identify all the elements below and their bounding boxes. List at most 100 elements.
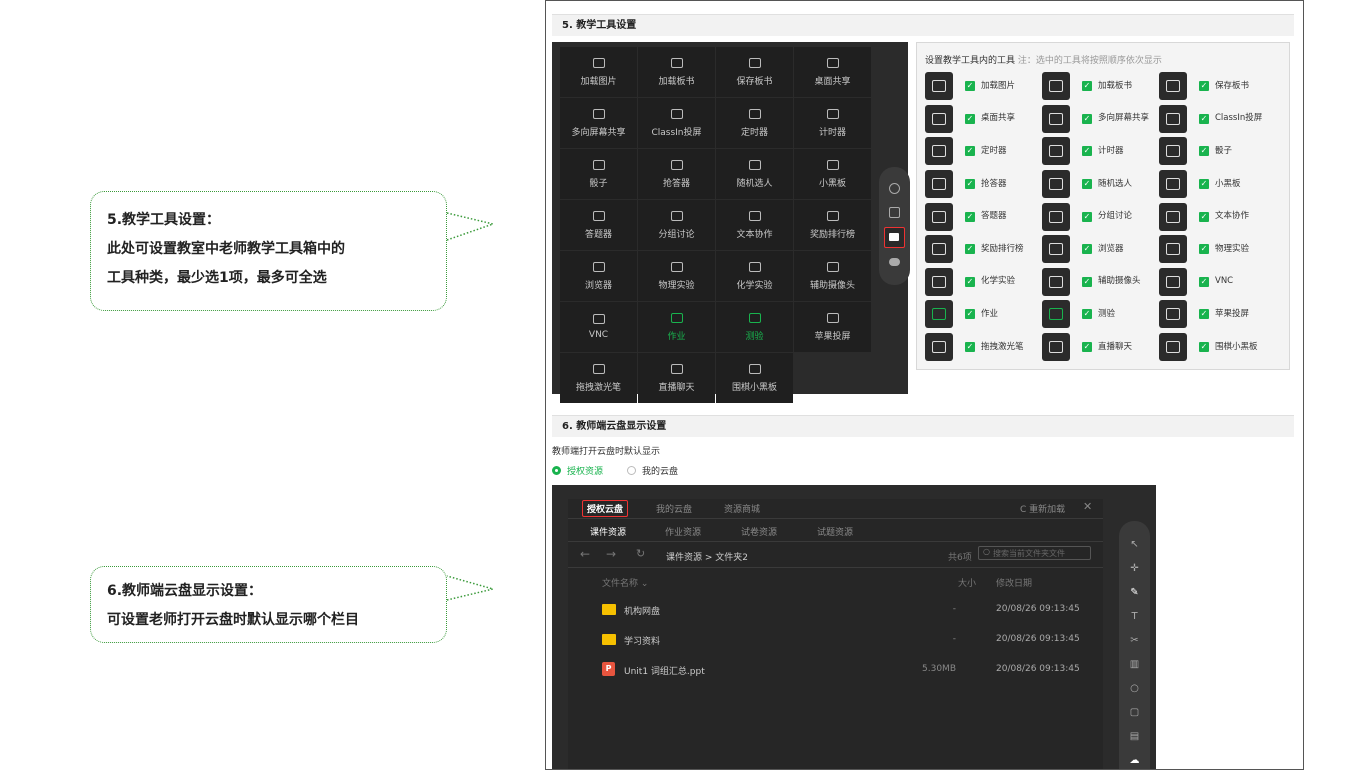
toolbox-tool[interactable]: 加载图片 [560,47,637,97]
tool-checkbox[interactable]: ✓ [1199,113,1209,124]
toolbox-tool[interactable]: 直播聊天 [638,353,715,403]
toolbox-tool[interactable]: 保存板书 [716,47,793,97]
tool-checkbox[interactable]: ✓ [1199,342,1209,353]
toolbox-tool[interactable]: 辅助摄像头 [794,251,871,301]
toolbox-tool[interactable]: 物理实验 [638,251,715,301]
forward-icon[interactable]: → [606,547,616,561]
toolbox-tool[interactable]: VNC [560,302,637,352]
toolbox-tool[interactable]: 测验 [716,302,793,352]
tool-checkbox[interactable]: ✓ [965,211,975,222]
cloud-icon[interactable] [889,258,900,266]
tool-icon [592,261,605,272]
tool-label: 作业 [667,331,686,342]
back-icon[interactable]: ← [580,547,590,561]
toolbox-tool[interactable]: 苹果投屏 [794,302,871,352]
subtab-exam[interactable]: 试卷资源 [741,525,777,538]
refresh-icon[interactable]: ↻ [636,547,645,560]
tool-checkbox[interactable]: ✓ [1082,342,1092,353]
toolbox-tool[interactable]: 骰子 [560,149,637,199]
toolbox-tool[interactable]: 小黑板 [794,149,871,199]
toolbox-tool[interactable]: 拖拽激光笔 [560,353,637,403]
toolbox-tool[interactable]: 文本协作 [716,200,793,250]
tool-checkbox[interactable]: ✓ [965,81,975,92]
circle-icon[interactable] [889,183,900,194]
toolbox-tool[interactable]: 多向屏幕共享 [560,98,637,148]
tool-icon [748,210,761,221]
toolbox-tool[interactable]: 桌面共享 [794,47,871,97]
tool-checkbox[interactable]: ✓ [1199,81,1209,92]
toolbox-icon[interactable] [884,227,905,248]
tool-checkbox[interactable]: ✓ [1199,146,1209,157]
tool-checkbox[interactable]: ✓ [1082,179,1092,190]
radio-authorized[interactable] [552,466,561,475]
edit-icon[interactable] [889,207,900,218]
tool-checkbox[interactable]: ✓ [965,309,975,320]
tool-checkbox[interactable]: ✓ [965,179,975,190]
column-name[interactable]: 文件名称 ⌄ [602,576,648,589]
toolbox-tool[interactable]: 奖励排行榜 [794,200,871,250]
tool-checkbox[interactable]: ✓ [1199,244,1209,255]
subtab-courseware[interactable]: 课件资源 [590,525,626,538]
radio-my-cloud[interactable] [627,466,637,475]
toolbox-tool[interactable]: 抢答器 [638,149,715,199]
tool-checkbox[interactable]: ✓ [1082,309,1092,320]
file-row[interactable]: P Unit1 词组汇总.ppt 5.30MB 20/08/26 09:13:45 [568,655,1103,685]
toolbox-tool[interactable]: 围棋小黑板 [716,353,793,403]
radio-label[interactable]: 授权资源 [567,464,603,477]
toolbox-tool[interactable]: 分组讨论 [638,200,715,250]
item-count: 共6项 [948,553,972,563]
tool-checkbox[interactable]: ✓ [965,342,975,353]
tool-icon [670,261,683,272]
tool-option: ✓ 拖拽激光笔 [925,331,1042,364]
tool-checkbox[interactable]: ✓ [965,276,975,287]
tool-checkbox[interactable]: ✓ [1199,276,1209,287]
subtab-questions[interactable]: 试题资源 [817,525,853,538]
subtab-homework[interactable]: 作业资源 [665,525,701,538]
toolbox-icon[interactable]: ▤ [1129,731,1140,742]
toolbox-tool[interactable]: 作业 [638,302,715,352]
file-row[interactable]: 学习资料 - 20/08/26 09:13:45 [568,625,1103,655]
tool-option: ✓ 加载板书 [1042,70,1159,103]
search-input[interactable]: ○ 搜索当前文件夹文件 [978,546,1091,560]
circle-icon[interactable]: ○ [1129,683,1140,694]
pen-icon[interactable]: ✎ [1129,587,1140,598]
toolbox-tool[interactable]: 浏览器 [560,251,637,301]
text-icon[interactable]: T [1129,611,1140,622]
tool-checkbox[interactable]: ✓ [1082,244,1092,255]
close-icon[interactable]: ✕ [1083,500,1092,513]
tool-checkbox[interactable]: ✓ [1082,276,1092,287]
reload-button[interactable]: C 重新加载 [1020,502,1065,515]
tool-checkbox[interactable]: ✓ [965,113,975,124]
tool-icon [1042,202,1070,231]
toolbox-tool[interactable]: 加载板书 [638,47,715,97]
cloud-icon[interactable]: ☁ [1129,755,1140,766]
tool-checkbox[interactable]: ✓ [1199,211,1209,222]
scissors-icon[interactable]: ✂ [1129,635,1140,646]
tool-checkbox[interactable]: ✓ [965,146,975,157]
tool-checkbox[interactable]: ✓ [1082,113,1092,124]
toolbox-tool[interactable]: 定时器 [716,98,793,148]
toolbox-tool[interactable]: 计时器 [794,98,871,148]
tab-my-cloud[interactable]: 我的云盘 [656,502,692,515]
tool-option: ✓ 分组讨论 [1042,200,1159,233]
edit-icon[interactable]: ▢ [1129,707,1140,718]
tool-checkbox[interactable]: ✓ [965,244,975,255]
tool-checkbox[interactable]: ✓ [1082,146,1092,157]
cursor-icon[interactable]: ↖ [1129,539,1140,550]
tool-checkbox[interactable]: ✓ [1082,81,1092,92]
trash-icon[interactable]: ▥ [1129,659,1140,670]
tab-resource-store[interactable]: 资源商城 [724,502,760,515]
tool-checkbox[interactable]: ✓ [1082,211,1092,222]
tool-option-label: 加载图片 [981,80,1016,91]
tool-icon [670,159,683,170]
pointer-plus-icon[interactable]: ✛ [1129,563,1140,574]
radio-label[interactable]: 我的云盘 [642,464,678,477]
file-row[interactable]: 机构网盘 - 20/08/26 09:13:45 [568,595,1103,625]
toolbox-tool[interactable]: 随机选人 [716,149,793,199]
tool-checkbox[interactable]: ✓ [1199,179,1209,190]
toolbox-tool[interactable]: 化学实验 [716,251,793,301]
tab-authorized-cloud[interactable]: 授权云盘 [582,500,629,517]
toolbox-tool[interactable]: 答题器 [560,200,637,250]
toolbox-tool[interactable]: ClassIn投屏 [638,98,715,148]
tool-checkbox[interactable]: ✓ [1199,309,1209,320]
